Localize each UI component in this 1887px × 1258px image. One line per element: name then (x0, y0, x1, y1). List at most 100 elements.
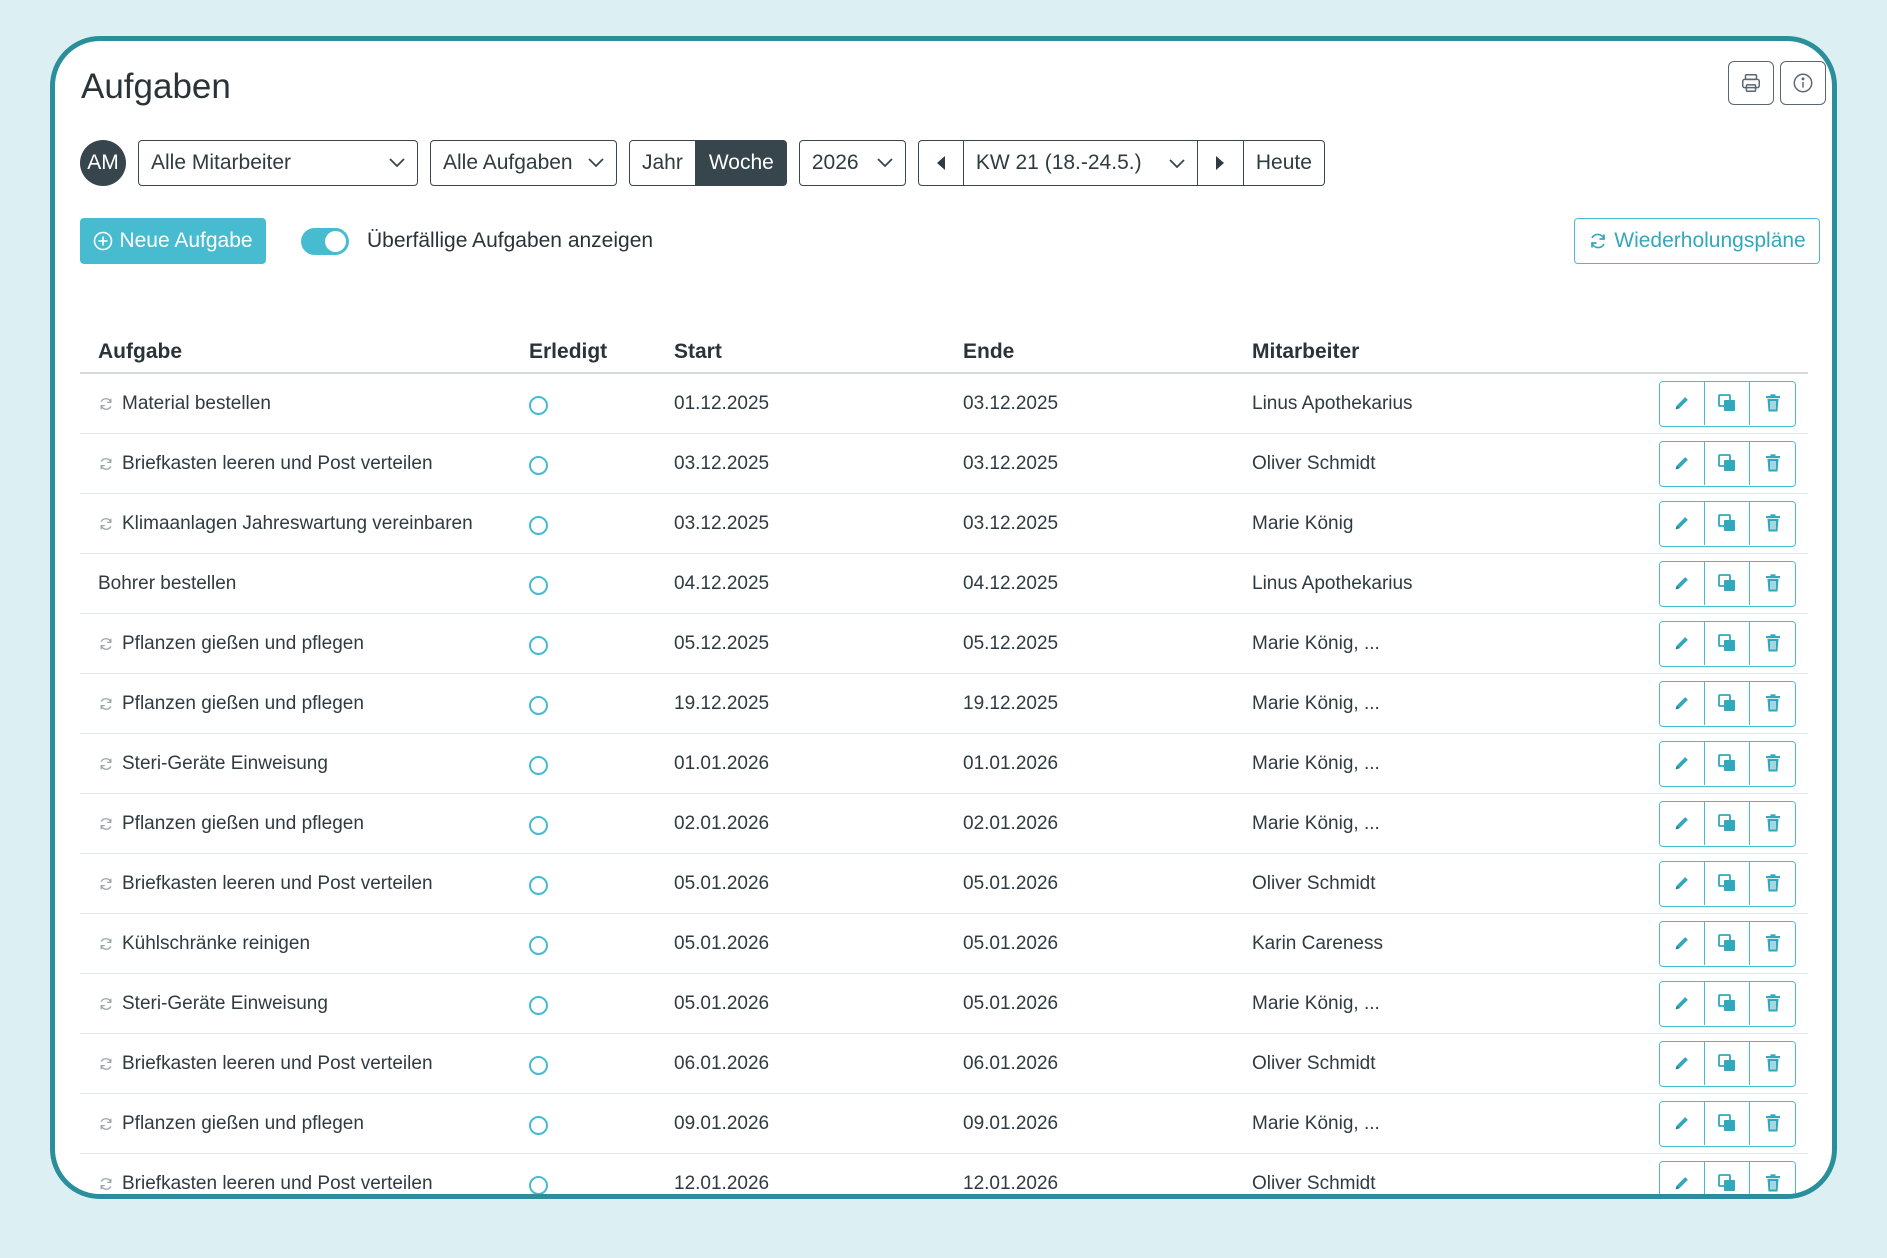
delete-button[interactable] (1750, 861, 1795, 905)
table-row[interactable]: Briefkasten leeren und Post verteilen 05… (80, 854, 1808, 914)
copy-button[interactable] (1705, 1161, 1750, 1194)
copy-button[interactable] (1705, 681, 1750, 725)
employee-select[interactable]: Alle Mitarbeiter (138, 140, 418, 186)
row-action-group (1659, 1160, 1796, 1194)
done-checkbox[interactable] (529, 576, 548, 595)
week-select[interactable]: KW 21 (18.-24.5.) (963, 140, 1198, 186)
next-week-button[interactable] (1197, 140, 1244, 186)
done-checkbox[interactable] (529, 816, 548, 835)
delete-button[interactable] (1750, 801, 1795, 845)
column-header-start[interactable]: Start (674, 340, 722, 364)
done-cell (529, 854, 548, 913)
edit-button[interactable] (1660, 681, 1705, 725)
delete-button[interactable] (1750, 501, 1795, 545)
edit-button[interactable] (1660, 501, 1705, 545)
done-checkbox[interactable] (529, 516, 548, 535)
edit-button[interactable] (1660, 921, 1705, 965)
edit-button[interactable] (1660, 1161, 1705, 1194)
edit-button[interactable] (1660, 441, 1705, 485)
copy-button[interactable] (1705, 1101, 1750, 1145)
column-header-done[interactable]: Erledigt (529, 340, 607, 364)
table-row[interactable]: Pflanzen gießen und pflegen 05.12.2025 0… (80, 614, 1808, 674)
edit-button[interactable] (1660, 1041, 1705, 1085)
done-checkbox[interactable] (529, 636, 548, 655)
copy-button[interactable] (1705, 861, 1750, 905)
copy-button[interactable] (1705, 621, 1750, 665)
copy-button[interactable] (1705, 981, 1750, 1025)
edit-button[interactable] (1660, 801, 1705, 845)
previous-week-button[interactable] (917, 140, 964, 186)
table-row[interactable]: Steri-Geräte Einweisung 01.01.2026 01.01… (80, 734, 1808, 794)
column-header-task[interactable]: Aufgabe (98, 340, 182, 364)
table-row[interactable]: Pflanzen gießen und pflegen 09.01.2026 0… (80, 1094, 1808, 1154)
year-select[interactable]: 2026 (798, 140, 906, 186)
edit-button[interactable] (1660, 861, 1705, 905)
avatar[interactable]: AM (80, 140, 126, 186)
edit-button[interactable] (1660, 741, 1705, 785)
done-checkbox[interactable] (529, 756, 548, 775)
overdue-toggle[interactable] (301, 227, 349, 255)
copy-button[interactable] (1705, 381, 1750, 425)
copy-button[interactable] (1705, 561, 1750, 605)
new-task-button[interactable]: Neue Aufgabe (80, 218, 266, 264)
copy-button[interactable] (1705, 1041, 1750, 1085)
repeat-plans-button[interactable]: Wiederholungspläne (1574, 218, 1820, 264)
table-row[interactable]: Briefkasten leeren und Post verteilen 03… (80, 434, 1808, 494)
edit-button[interactable] (1660, 381, 1705, 425)
table-row[interactable]: Bohrer bestellen 04.12.2025 04.12.2025 L… (80, 554, 1808, 614)
edit-button[interactable] (1660, 621, 1705, 665)
table-row[interactable]: Steri-Geräte Einweisung 05.01.2026 05.01… (80, 974, 1808, 1034)
trash-icon (1765, 1114, 1780, 1132)
delete-button[interactable] (1750, 561, 1795, 605)
copy-icon (1718, 754, 1735, 771)
view-week-button[interactable]: Woche (695, 140, 787, 186)
task-select[interactable]: Alle Aufgaben (430, 140, 617, 186)
table-row[interactable]: Kühlschränke reinigen 05.01.2026 05.01.2… (80, 914, 1808, 974)
copy-button[interactable] (1705, 501, 1750, 545)
done-checkbox[interactable] (529, 996, 548, 1015)
row-actions (1659, 854, 1796, 913)
done-checkbox[interactable] (529, 456, 548, 475)
table-row[interactable]: Briefkasten leeren und Post verteilen 12… (80, 1154, 1808, 1194)
column-header-end[interactable]: Ende (963, 340, 1014, 364)
copy-button[interactable] (1705, 921, 1750, 965)
task-cell: Steri-Geräte Einweisung (98, 734, 328, 793)
done-checkbox[interactable] (529, 1176, 548, 1194)
delete-button[interactable] (1750, 1161, 1795, 1194)
table-row[interactable]: Pflanzen gießen und pflegen 19.12.2025 1… (80, 674, 1808, 734)
table-row[interactable]: Klimaanlagen Jahreswartung vereinbaren 0… (80, 494, 1808, 554)
delete-button[interactable] (1750, 1041, 1795, 1085)
delete-button[interactable] (1750, 921, 1795, 965)
copy-button[interactable] (1705, 801, 1750, 845)
view-year-button[interactable]: Jahr (629, 140, 696, 186)
table-row[interactable]: Material bestellen 01.12.2025 03.12.2025… (80, 374, 1808, 434)
column-header-employee[interactable]: Mitarbeiter (1252, 340, 1359, 364)
delete-button[interactable] (1750, 981, 1795, 1025)
chevron-down-icon (588, 158, 604, 168)
delete-button[interactable] (1750, 381, 1795, 425)
done-checkbox[interactable] (529, 1056, 548, 1075)
info-button[interactable] (1780, 61, 1826, 105)
table-row[interactable]: Pflanzen gießen und pflegen 02.01.2026 0… (80, 794, 1808, 854)
done-checkbox[interactable] (529, 696, 548, 715)
table-row[interactable]: Briefkasten leeren und Post verteilen 06… (80, 1034, 1808, 1094)
edit-button[interactable] (1660, 1101, 1705, 1145)
done-checkbox[interactable] (529, 1116, 548, 1135)
copy-button[interactable] (1705, 741, 1750, 785)
delete-button[interactable] (1750, 681, 1795, 725)
delete-button[interactable] (1750, 441, 1795, 485)
edit-button[interactable] (1660, 561, 1705, 605)
today-button[interactable]: Heute (1243, 140, 1325, 186)
delete-button[interactable] (1750, 1101, 1795, 1145)
print-button[interactable] (1728, 61, 1774, 105)
done-checkbox[interactable] (529, 876, 548, 895)
task-name: Material bestellen (122, 392, 271, 414)
delete-button[interactable] (1750, 621, 1795, 665)
done-checkbox[interactable] (529, 396, 548, 415)
delete-button[interactable] (1750, 741, 1795, 785)
copy-button[interactable] (1705, 441, 1750, 485)
start-date: 09.01.2026 (674, 1112, 770, 1134)
edit-button[interactable] (1660, 981, 1705, 1025)
done-checkbox[interactable] (529, 936, 548, 955)
trash-icon (1765, 634, 1780, 652)
